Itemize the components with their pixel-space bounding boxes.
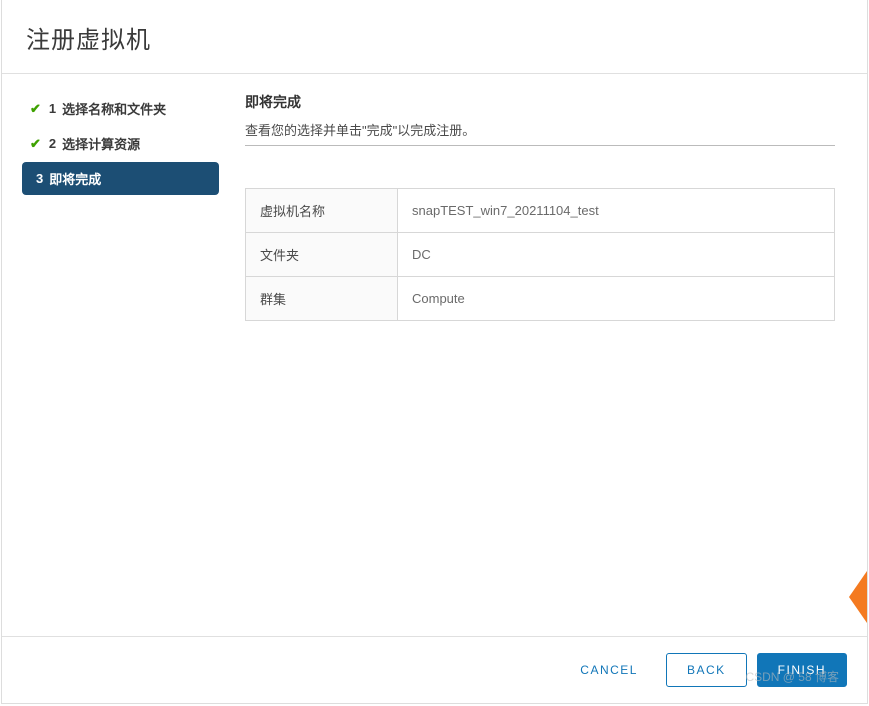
register-vm-dialog: 注册虚拟机 ✔ 1 选择名称和文件夹 ✔ 2 选择计算资源 3 即将完成 即将完… bbox=[1, 0, 868, 704]
content-heading: 即将完成 bbox=[245, 92, 835, 112]
wizard-steps: ✔ 1 选择名称和文件夹 ✔ 2 选择计算资源 3 即将完成 bbox=[2, 84, 227, 321]
summary-table: 虚拟机名称 snapTEST_win7_20211104_test 文件夹 DC… bbox=[245, 188, 835, 321]
step-ready-to-complete[interactable]: 3 即将完成 bbox=[22, 162, 219, 195]
content-description: 查看您的选择并单击"完成"以完成注册。 bbox=[245, 120, 835, 139]
step-content: 即将完成 查看您的选择并单击"完成"以完成注册。 虚拟机名称 snapTEST_… bbox=[227, 84, 867, 321]
summary-value-folder: DC bbox=[398, 233, 835, 277]
check-icon: ✔ bbox=[30, 136, 41, 152]
dialog-title: 注册虚拟机 bbox=[26, 20, 843, 55]
finish-button[interactable]: FINISH bbox=[757, 653, 847, 687]
step-number: 1 bbox=[49, 101, 56, 116]
summary-key-vm-name: 虚拟机名称 bbox=[246, 189, 398, 233]
summary-value-cluster: Compute bbox=[398, 277, 835, 321]
dialog-header: 注册虚拟机 bbox=[2, 0, 867, 73]
content-separator bbox=[245, 145, 835, 146]
step-label: 即将完成 bbox=[49, 169, 101, 188]
table-row: 文件夹 DC bbox=[246, 233, 835, 277]
step-select-name-folder[interactable]: ✔ 1 选择名称和文件夹 bbox=[12, 92, 219, 125]
dialog-body: ✔ 1 选择名称和文件夹 ✔ 2 选择计算资源 3 即将完成 即将完成 查看您的… bbox=[2, 74, 867, 321]
step-label: 选择计算资源 bbox=[62, 134, 140, 153]
summary-key-cluster: 群集 bbox=[246, 277, 398, 321]
back-button[interactable]: BACK bbox=[666, 653, 747, 687]
step-number: 3 bbox=[36, 171, 43, 186]
summary-value-vm-name: snapTEST_win7_20211104_test bbox=[398, 189, 835, 233]
dialog-footer: CANCEL BACK FINISH bbox=[2, 636, 867, 703]
cancel-button[interactable]: CANCEL bbox=[562, 653, 656, 687]
step-number: 2 bbox=[49, 136, 56, 151]
summary-key-folder: 文件夹 bbox=[246, 233, 398, 277]
decorative-triangle-icon bbox=[849, 571, 867, 623]
step-label: 选择名称和文件夹 bbox=[62, 99, 166, 118]
step-select-compute-resource[interactable]: ✔ 2 选择计算资源 bbox=[12, 127, 219, 160]
check-icon: ✔ bbox=[30, 101, 41, 117]
table-row: 群集 Compute bbox=[246, 277, 835, 321]
table-row: 虚拟机名称 snapTEST_win7_20211104_test bbox=[246, 189, 835, 233]
